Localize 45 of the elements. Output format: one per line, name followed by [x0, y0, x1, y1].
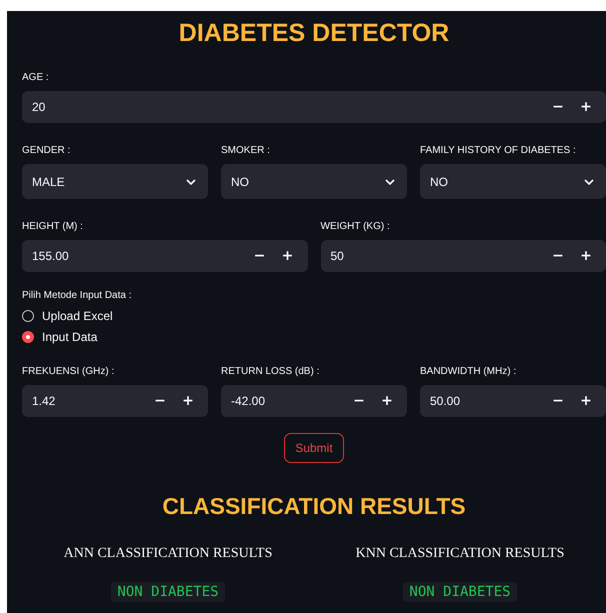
increment-button[interactable]: +: [174, 387, 202, 415]
decrement-button[interactable]: −: [544, 242, 572, 270]
decrement-button[interactable]: −: [246, 242, 274, 270]
field-label: WEIGHT (KG) :: [320, 221, 391, 232]
radio-label: Upload Excel: [42, 309, 113, 323]
number-input[interactable]: 155.00 − +: [22, 240, 308, 272]
number-input[interactable]: 50.00 − +: [420, 385, 606, 417]
section-title: CLASSIFICATION RESULTS: [161, 493, 467, 520]
result-heading: ANN CLASSIFICATION RESULTS: [64, 546, 272, 562]
field-label: HEIGHT (M) :: [22, 221, 84, 232]
field-label: RETURN LOSS (dB) :: [221, 366, 320, 377]
field-label: FAMILY HISTORY OF DIABETES :: [420, 145, 577, 156]
decrement-button[interactable]: −: [146, 387, 174, 415]
radio-button[interactable]: [22, 331, 34, 343]
decrement-button[interactable]: −: [544, 387, 572, 415]
result-value: NON DIABETES: [111, 582, 225, 602]
number-input[interactable]: -42.00 − +: [221, 385, 407, 417]
number-input[interactable]: 1.42 − +: [22, 385, 208, 417]
increment-button[interactable]: +: [274, 242, 302, 270]
radio-button[interactable]: [22, 310, 34, 322]
increment-button[interactable]: +: [373, 387, 401, 415]
decrement-button[interactable]: −: [345, 387, 373, 415]
increment-button[interactable]: +: [572, 387, 600, 415]
result-value: NON DIABETES: [403, 582, 517, 602]
submit-button[interactable]: Submit: [284, 433, 344, 463]
field-label: FREKUENSI (GHz) :: [22, 366, 116, 377]
app-title: DIABETES DETECTOR: [178, 18, 450, 49]
select-dropdown[interactable]: MALE: [22, 164, 208, 199]
field-label: Pilih Metode Input Data :: [22, 290, 133, 301]
number-input[interactable]: 50 − +: [320, 240, 606, 272]
chevron-down-icon: [584, 178, 594, 184]
field-label: BANDWIDTH (MHz) :: [420, 366, 518, 377]
chevron-down-icon: [385, 178, 395, 184]
chevron-down-icon: [186, 178, 196, 184]
increment-button[interactable]: +: [572, 93, 600, 121]
number-input[interactable]: 20 − +: [22, 91, 606, 123]
field-label: SMOKER :: [221, 145, 271, 156]
select-dropdown[interactable]: NO: [221, 164, 407, 199]
select-dropdown[interactable]: NO: [420, 164, 606, 199]
increment-button[interactable]: +: [572, 242, 600, 270]
field-label: AGE :: [22, 72, 50, 83]
radio-label: Input Data: [42, 330, 98, 344]
field-label: GENDER :: [22, 145, 72, 156]
result-heading: KNN CLASSIFICATION RESULTS: [356, 546, 564, 562]
decrement-button[interactable]: −: [544, 93, 572, 121]
